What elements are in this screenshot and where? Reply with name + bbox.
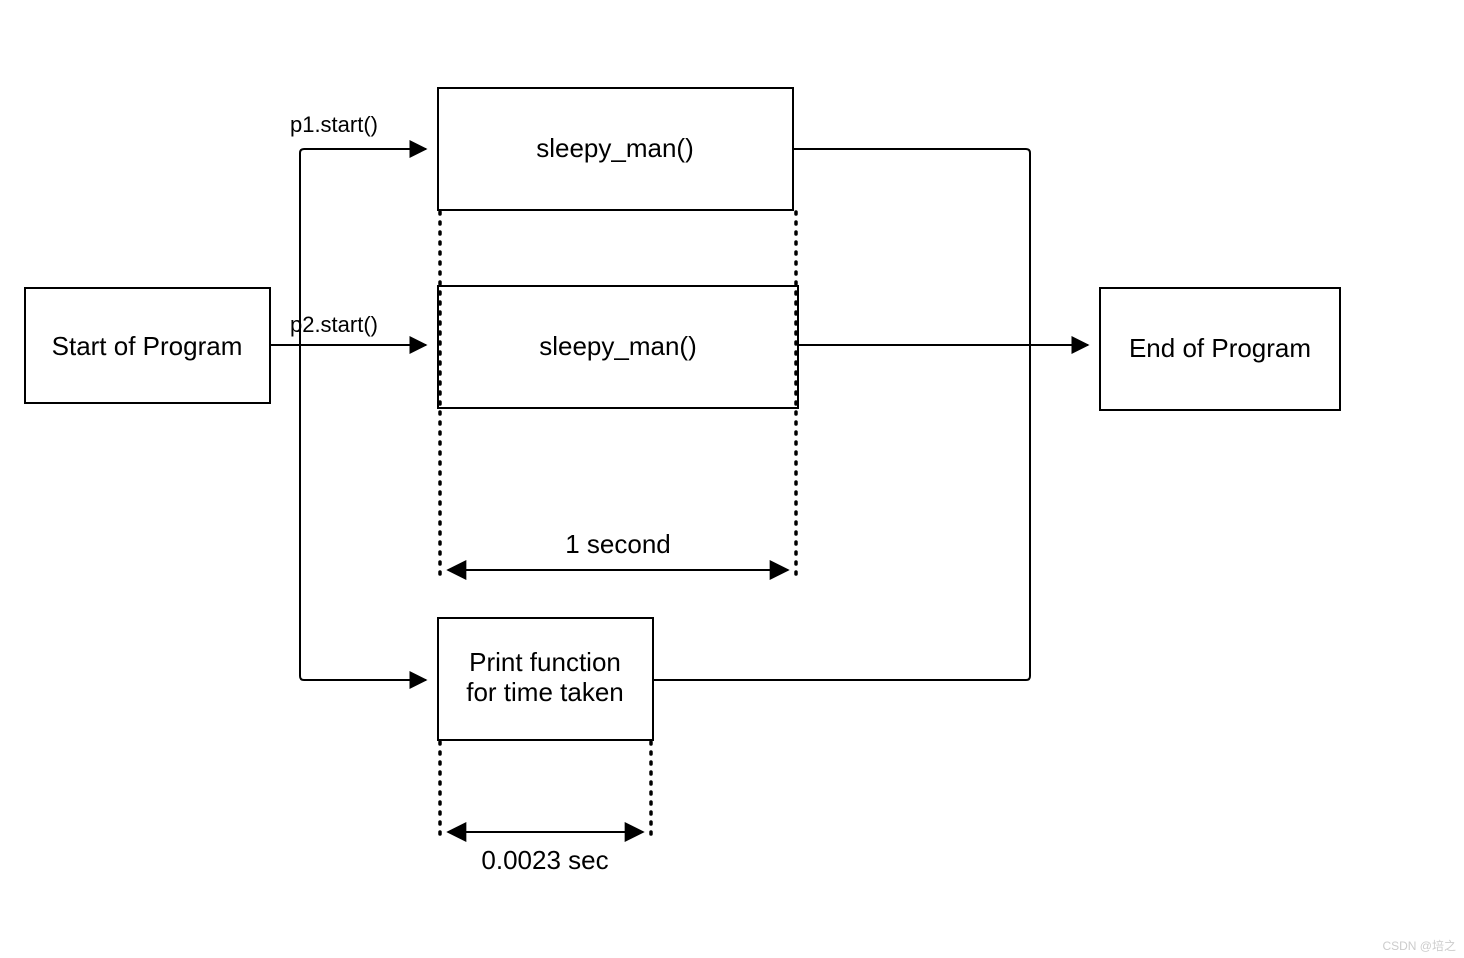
end-box: End of Program xyxy=(1100,288,1340,410)
edge-sleepy1-end xyxy=(793,149,1030,345)
print-line2: for time taken xyxy=(466,677,624,707)
watermark: CSDN @培之 xyxy=(1382,938,1456,953)
sleepy2-box: sleepy_man() xyxy=(438,286,798,408)
sleepy2-label: sleepy_man() xyxy=(539,331,697,361)
edge-p2-label: p2.start() xyxy=(290,312,378,337)
print-line1: Print function xyxy=(469,647,621,677)
print-box: Print function for time taken xyxy=(438,618,653,740)
dim-1second-label: 1 second xyxy=(565,529,671,559)
end-label: End of Program xyxy=(1129,333,1311,363)
sleepy1-label: sleepy_man() xyxy=(536,133,694,163)
dim-short-label: 0.0023 sec xyxy=(481,845,608,875)
start-label: Start of Program xyxy=(52,331,243,361)
start-box: Start of Program xyxy=(25,288,270,403)
edge-to-print xyxy=(300,345,426,680)
edge-p1-label: p1.start() xyxy=(290,112,378,137)
sleepy1-box: sleepy_man() xyxy=(438,88,793,210)
